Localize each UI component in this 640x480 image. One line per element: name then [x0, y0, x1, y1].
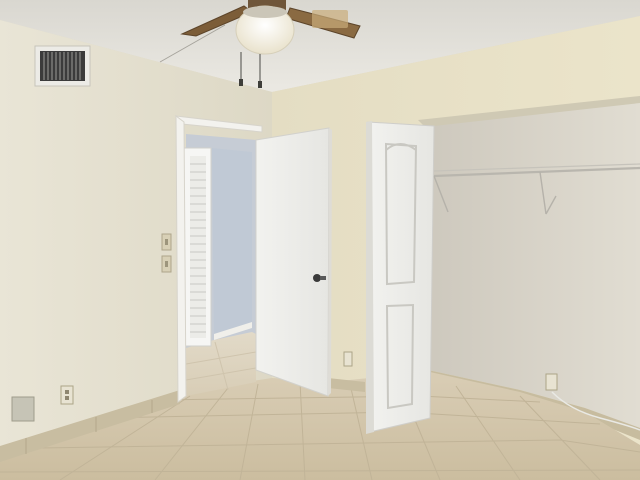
bedroom-door: [255, 127, 332, 397]
room-illustration: [0, 0, 640, 480]
closet-bifold-door: [366, 121, 435, 434]
louvered-door: [183, 147, 212, 347]
wall-plate: [11, 396, 35, 422]
room-photo: [0, 0, 640, 480]
air-vent-icon: [34, 45, 91, 87]
